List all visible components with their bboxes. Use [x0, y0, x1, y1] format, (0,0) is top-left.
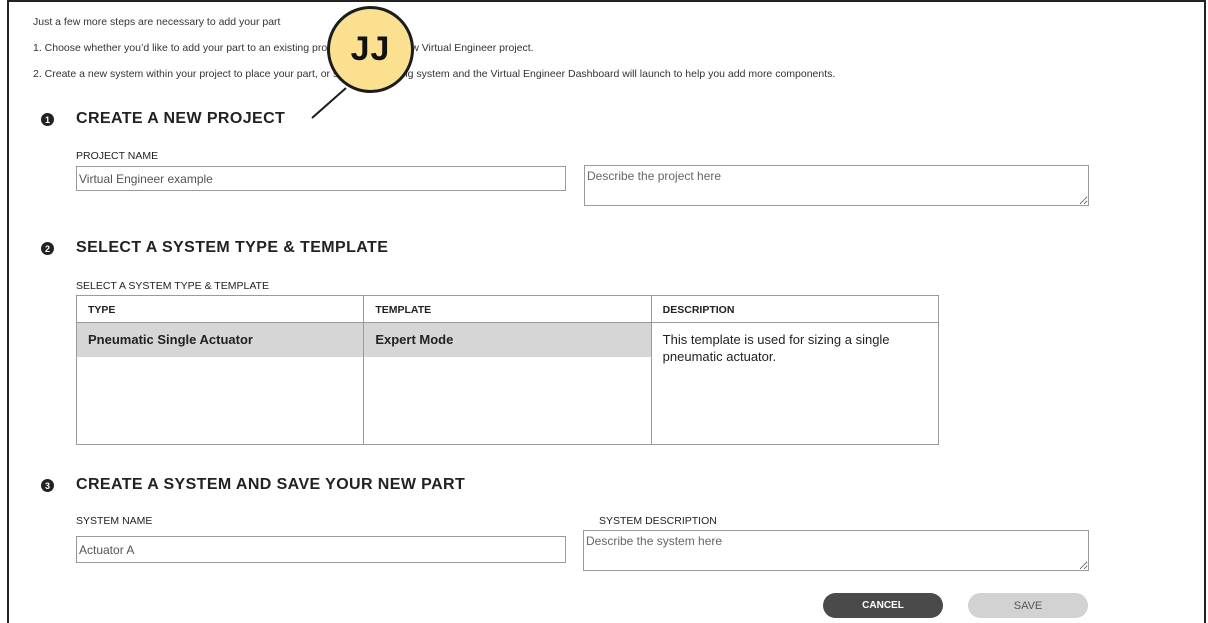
intro-step-1: 1. Choose whether you’d like to add your…	[33, 42, 534, 54]
cancel-button[interactable]: CANCEL	[823, 593, 943, 618]
callout-badge: JJ	[327, 6, 414, 93]
intro-text: Just a few more steps are necessary to a…	[33, 16, 281, 28]
step-3-marker: 3	[41, 479, 54, 492]
type-cell-selected[interactable]: Pneumatic Single Actuator	[77, 323, 364, 357]
save-button[interactable]: SAVE	[968, 593, 1088, 618]
template-cell-selected[interactable]: Expert Mode	[364, 323, 651, 357]
project-name-input[interactable]	[76, 166, 566, 191]
project-description-input[interactable]	[584, 165, 1089, 206]
project-name-label: PROJECT NAME	[76, 150, 159, 162]
description-column: DESCRIPTION This template is used for si…	[651, 296, 938, 444]
description-column-header: DESCRIPTION	[651, 296, 938, 323]
system-name-input[interactable]	[76, 536, 566, 563]
type-column: TYPE Pneumatic Single Actuator	[77, 296, 365, 444]
template-description-cell: This template is used for sizing a singl…	[662, 332, 890, 364]
system-type-heading: SELECT A SYSTEM TYPE & TEMPLATE	[76, 239, 389, 256]
step-2-marker: 2	[41, 242, 54, 255]
create-system-heading: CREATE A SYSTEM AND SAVE YOUR NEW PART	[76, 476, 466, 493]
type-column-header: TYPE	[77, 296, 364, 323]
template-column-header: TEMPLATE	[364, 296, 651, 323]
system-description-input[interactable]	[583, 530, 1089, 571]
step-1-marker: 1	[41, 113, 54, 126]
system-type-table: TYPE Pneumatic Single Actuator TEMPLATE …	[76, 295, 939, 445]
template-column: TEMPLATE Expert Mode	[364, 296, 652, 444]
create-project-heading: CREATE A NEW PROJECT	[76, 110, 286, 127]
intro-step-2: 2. Create a new system within your proje…	[33, 68, 836, 80]
system-name-label: SYSTEM NAME	[76, 515, 153, 527]
system-description-label: SYSTEM DESCRIPTION	[599, 515, 717, 527]
system-type-table-label: SELECT A SYSTEM TYPE & TEMPLATE	[76, 280, 269, 292]
